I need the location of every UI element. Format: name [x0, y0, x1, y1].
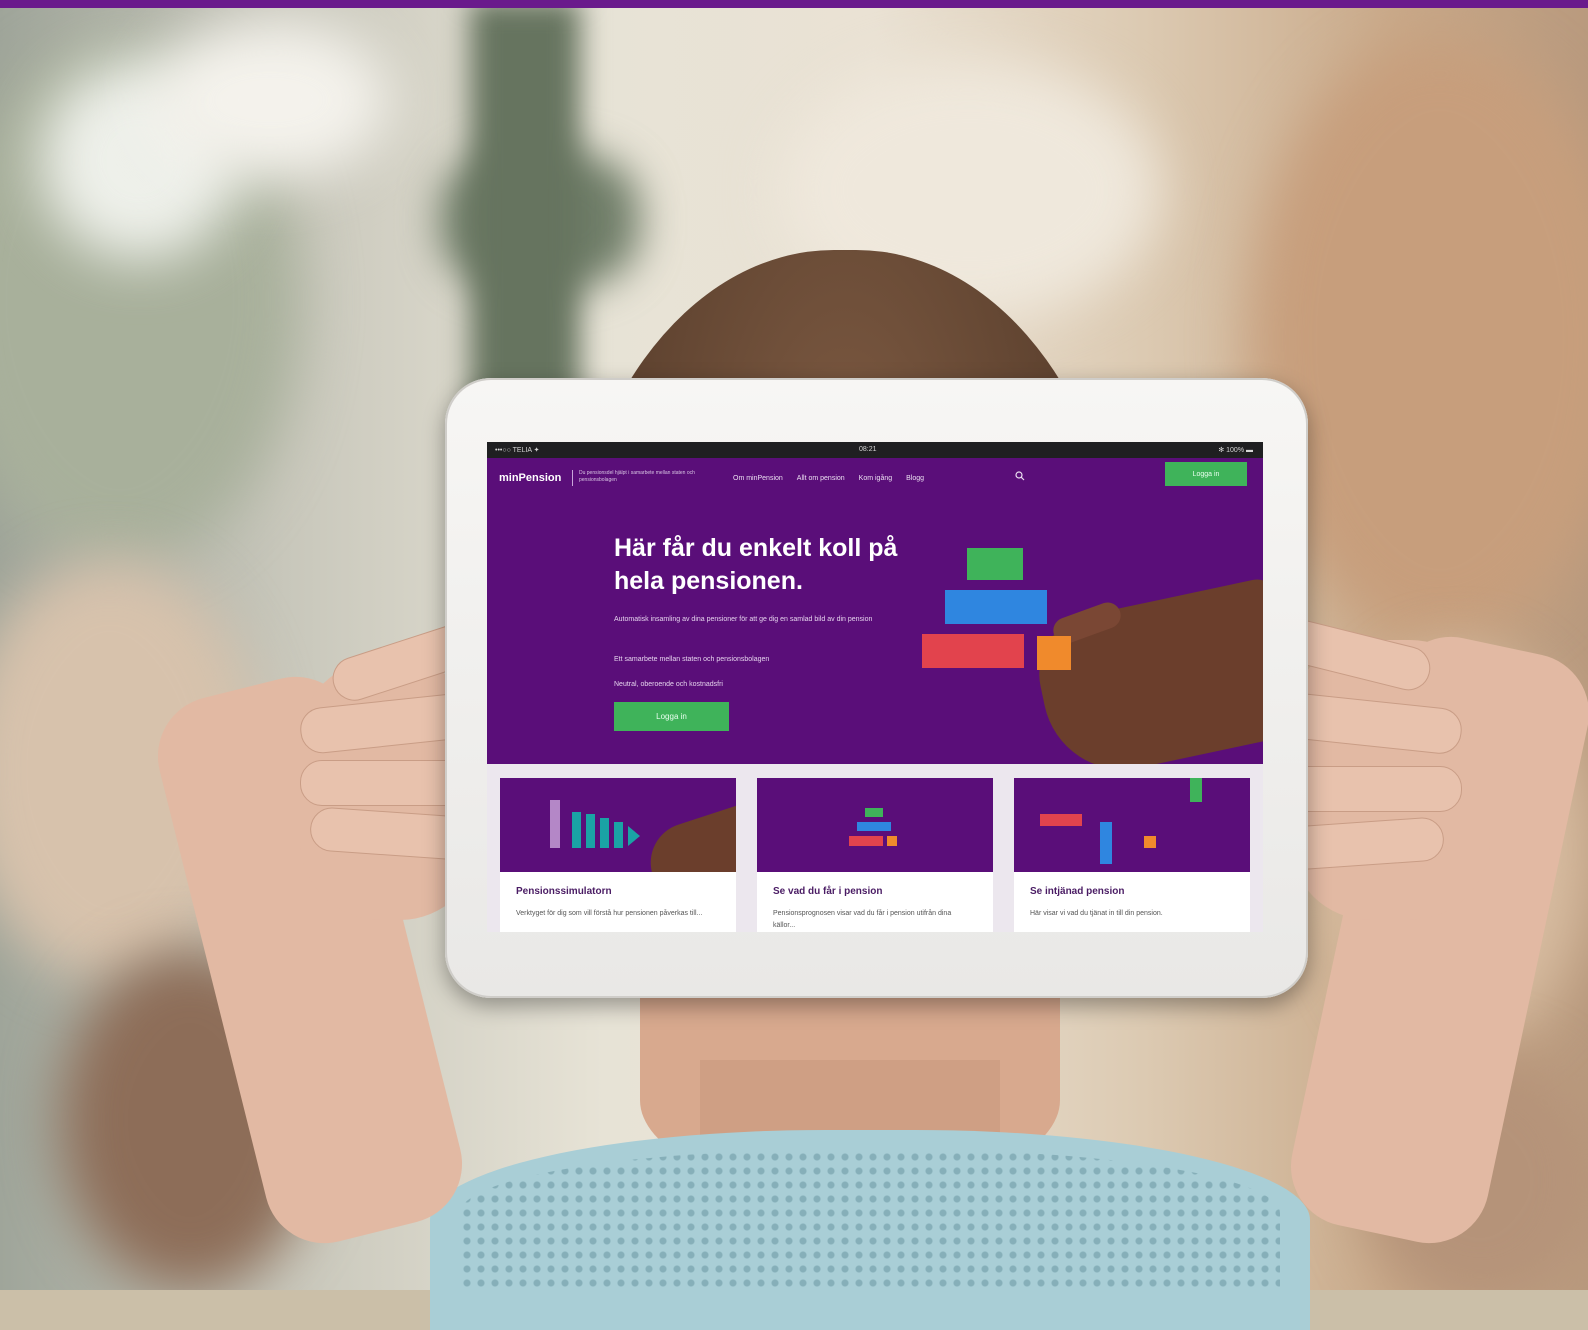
- card-title: Pensionssimulatorn: [516, 886, 612, 897]
- status-time: 08:21: [859, 446, 877, 453]
- feature-cards: Pensionssimulatorn Verktyget för dig som…: [487, 764, 1263, 932]
- card-image-pension: [757, 778, 993, 872]
- card-title: Se intjänad pension: [1030, 886, 1125, 897]
- site-header: minPension Du pensionsdel hjälpt i samar…: [487, 458, 1263, 494]
- hero-collaboration: Ett samarbete mellan staten och pensions…: [614, 656, 770, 663]
- card-pensionssimulatorn[interactable]: Pensionssimulatorn Verktyget för dig som…: [500, 778, 736, 932]
- hero-description: Automatisk insamling av dina pensioner f…: [614, 616, 873, 623]
- status-battery: ✻ 100% ▬: [1218, 447, 1253, 454]
- hero-title: Här får du enkelt koll på hela pensionen…: [614, 534, 898, 595]
- card-title: Se vad du får i pension: [773, 886, 883, 897]
- nav-blogg[interactable]: Blogg: [906, 475, 924, 482]
- site-logo[interactable]: minPension: [499, 472, 561, 484]
- card-text: Här visar vi vad du tjänat in till din p…: [1030, 910, 1163, 917]
- nav-allt-om-pension[interactable]: Allt om pension: [797, 475, 845, 482]
- status-carrier: •••○○ TELIA ✦: [495, 447, 540, 454]
- login-button-hero[interactable]: Logga in: [614, 702, 729, 731]
- block-orange: [1037, 636, 1071, 670]
- card-se-vad-du-far[interactable]: Se vad du får i pension Pensionsprognose…: [757, 778, 993, 932]
- card-text: Pensionsprognosen visar vad du får i pen…: [773, 910, 952, 929]
- card-text: Verktyget för dig som vill förstå hur pe…: [516, 910, 703, 917]
- block-green: [967, 548, 1023, 580]
- block-red: [922, 634, 1024, 668]
- card-image-intjanad: [1014, 778, 1250, 872]
- logo-tagline: Du pensionsdel hjälpt i samarbete mellan…: [579, 470, 695, 483]
- top-accent-bar: [0, 0, 1588, 8]
- card-se-intjanad-pension[interactable]: Se intjänad pension Här visar vi vad du …: [1014, 778, 1250, 932]
- hero-neutral: Neutral, oberoende och kostnadsfri: [614, 681, 723, 688]
- logo-divider: [572, 470, 573, 486]
- main-nav: Om minPension Allt om pension Kom igång …: [733, 475, 924, 482]
- nav-om-minpension[interactable]: Om minPension: [733, 475, 783, 482]
- card-image-simulator: [500, 778, 736, 872]
- tablet-screen: •••○○ TELIA ✦ 08:21 ✻ 100% ▬ minPension …: [487, 442, 1263, 932]
- search-icon[interactable]: [1015, 471, 1027, 483]
- status-bar: •••○○ TELIA ✦ 08:21 ✻ 100% ▬: [487, 442, 1263, 458]
- nav-kom-igang[interactable]: Kom igång: [859, 475, 892, 482]
- login-button-header[interactable]: Logga in: [1165, 462, 1247, 486]
- block-blue: [945, 590, 1047, 624]
